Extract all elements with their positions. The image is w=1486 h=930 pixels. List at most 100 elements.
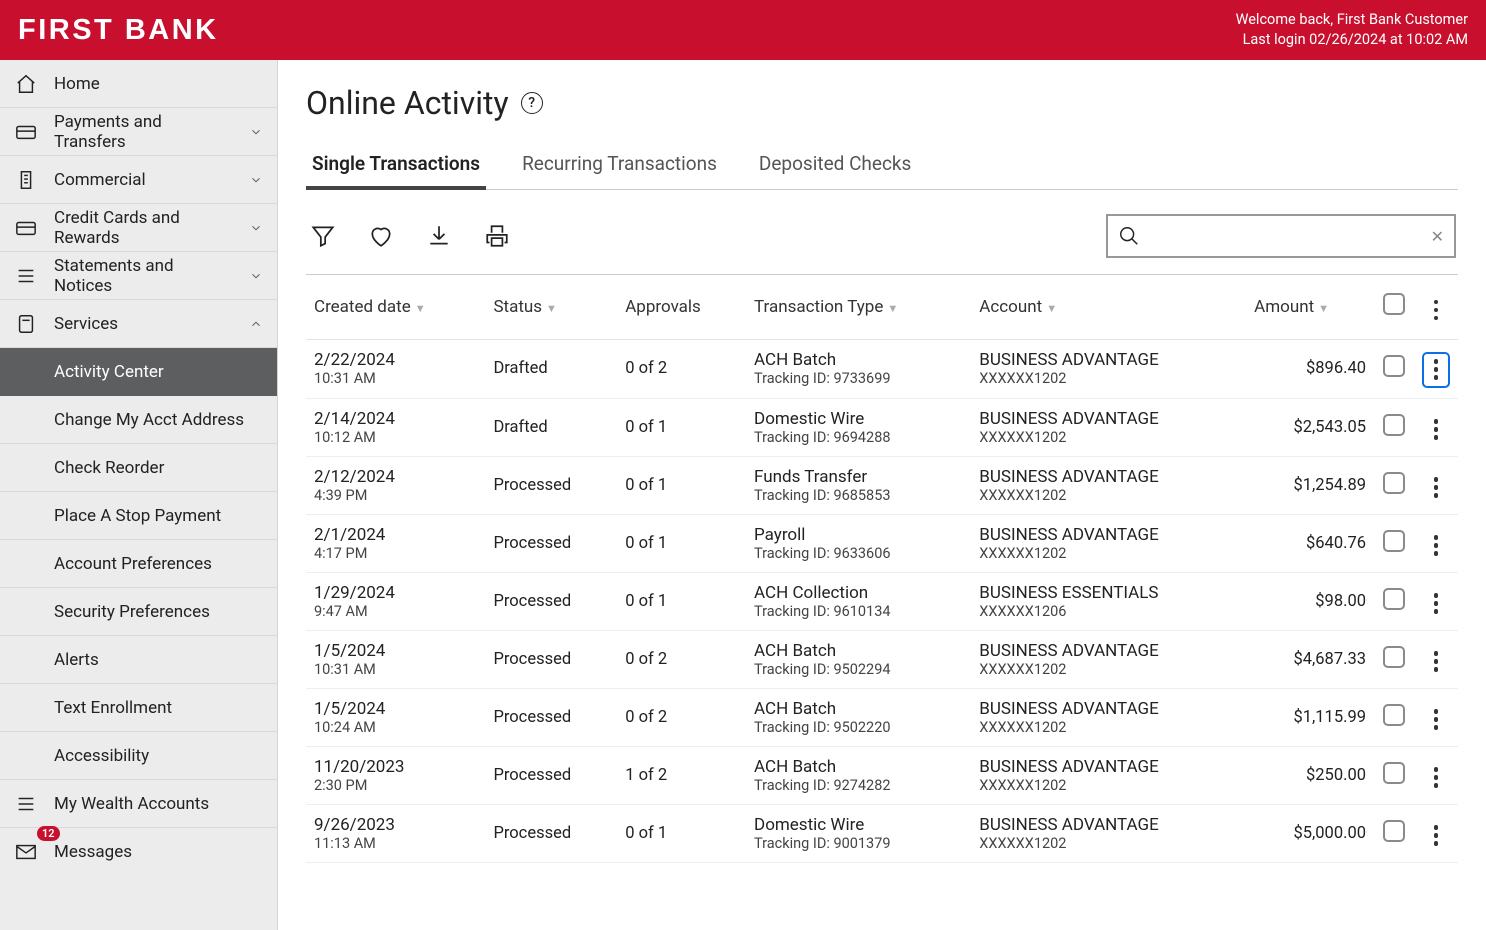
row-approvals: 0 of 2	[617, 688, 746, 746]
table-row[interactable]: 2/1/20244:17 PMProcessed0 of 1PayrollTra…	[306, 514, 1458, 572]
sidebar-item-security-preferences[interactable]: Security Preferences	[0, 588, 277, 636]
print-icon[interactable]	[482, 221, 512, 251]
table-row[interactable]: 2/12/20244:39 PMProcessed0 of 1Funds Tra…	[306, 456, 1458, 514]
search-input[interactable]	[1146, 228, 1425, 245]
sidebar-item-services[interactable]: Services	[0, 300, 277, 348]
row-transaction-type: Domestic Wire	[754, 815, 963, 835]
table-row[interactable]: 2/22/202410:31 AMDrafted0 of 2ACH BatchT…	[306, 339, 1458, 398]
row-status: Processed	[485, 688, 617, 746]
tab-recurring-transactions[interactable]: Recurring Transactions	[516, 142, 723, 189]
sidebar-item-stop-payment[interactable]: Place A Stop Payment	[0, 492, 277, 540]
row-actions-menu[interactable]	[1424, 588, 1448, 618]
row-checkbox[interactable]	[1383, 704, 1405, 726]
clear-search-icon[interactable]: ✕	[1431, 227, 1444, 246]
table-row[interactable]: 1/5/202410:24 AMProcessed0 of 2ACH Batch…	[306, 688, 1458, 746]
row-checkbox[interactable]	[1383, 646, 1405, 668]
sidebar-item-activity-center[interactable]: Activity Center	[0, 348, 277, 396]
sidebar-item-alerts[interactable]: Alerts	[0, 636, 277, 684]
row-tracking-id: Tracking ID: 9610134	[754, 603, 963, 620]
row-checkbox[interactable]	[1383, 588, 1405, 610]
tab-single-transactions[interactable]: Single Transactions	[306, 142, 486, 190]
table-row[interactable]: 2/14/202410:12 AMDrafted0 of 1Domestic W…	[306, 398, 1458, 456]
row-actions-menu[interactable]	[1424, 414, 1448, 444]
row-checkbox[interactable]	[1383, 355, 1405, 377]
row-approvals: 0 of 2	[617, 339, 746, 398]
row-approvals: 0 of 1	[617, 514, 746, 572]
row-approvals: 0 of 1	[617, 456, 746, 514]
row-account-name: BUSINESS ADVANTAGE	[979, 409, 1238, 429]
download-icon[interactable]	[424, 221, 454, 251]
sidebar-item-statements[interactable]: Statements and Notices	[0, 252, 277, 300]
row-actions-menu[interactable]	[1422, 352, 1450, 388]
help-icon[interactable]: ?	[521, 92, 543, 114]
lines-icon	[14, 793, 38, 815]
row-checkbox[interactable]	[1383, 762, 1405, 784]
row-account-mask: XXXXXX1206	[979, 603, 1238, 620]
filter-icon[interactable]	[308, 221, 338, 251]
sidebar-item-label: Activity Center	[54, 362, 164, 382]
row-actions-menu[interactable]	[1424, 472, 1448, 502]
sidebar-item-wealth[interactable]: My Wealth Accounts	[0, 780, 277, 828]
search-box[interactable]: ✕	[1106, 214, 1456, 258]
sidebar-item-credit[interactable]: Credit Cards and Rewards	[0, 204, 277, 252]
row-tracking-id: Tracking ID: 9274282	[754, 777, 963, 794]
col-created-date[interactable]: Created date▼	[306, 275, 485, 339]
sidebar-item-change-address[interactable]: Change My Acct Address	[0, 396, 277, 444]
row-checkbox[interactable]	[1383, 472, 1405, 494]
chevron-down-icon	[249, 125, 263, 139]
row-status: Processed	[485, 804, 617, 862]
building-icon	[14, 169, 38, 191]
col-approvals: Approvals	[617, 275, 746, 339]
sidebar-item-messages[interactable]: 12 Messages	[0, 828, 277, 876]
row-checkbox[interactable]	[1383, 530, 1405, 552]
row-checkbox[interactable]	[1383, 414, 1405, 436]
sidebar-item-check-reorder[interactable]: Check Reorder	[0, 444, 277, 492]
sidebar-item-accessibility[interactable]: Accessibility	[0, 732, 277, 780]
row-account-mask: XXXXXX1202	[979, 661, 1238, 678]
global-header: FIRST BANK Welcome back, First Bank Cust…	[0, 0, 1486, 60]
table-row[interactable]: 1/29/20249:47 AMProcessed0 of 1ACH Colle…	[306, 572, 1458, 630]
sidebar-item-commercial[interactable]: Commercial	[0, 156, 277, 204]
select-all-checkbox[interactable]	[1383, 293, 1405, 315]
table-row[interactable]: 11/20/20232:30 PMProcessed1 of 2ACH Batc…	[306, 746, 1458, 804]
page-title: Online Activity	[306, 84, 509, 122]
sort-arrow-icon: ▼	[1046, 302, 1057, 315]
row-actions-menu[interactable]	[1424, 530, 1448, 560]
col-amount[interactable]: Amount▼	[1246, 275, 1374, 339]
row-date: 2/1/2024	[314, 525, 477, 545]
table-header-row: Created date▼ Status▼ Approvals Transact…	[306, 275, 1458, 339]
tab-deposited-checks[interactable]: Deposited Checks	[753, 142, 917, 189]
row-time: 10:12 AM	[314, 429, 477, 446]
sidebar-item-account-preferences[interactable]: Account Preferences	[0, 540, 277, 588]
row-date: 1/5/2024	[314, 699, 477, 719]
favorite-icon[interactable]	[366, 221, 396, 251]
sidebar-item-home[interactable]: Home	[0, 60, 277, 108]
sidebar: Home Payments and Transfers Commercial C…	[0, 60, 278, 930]
row-actions-menu[interactable]	[1424, 762, 1448, 792]
sidebar-item-text-enrollment[interactable]: Text Enrollment	[0, 684, 277, 732]
row-actions-menu[interactable]	[1424, 646, 1448, 676]
table-row[interactable]: 9/26/202311:13 AMProcessed0 of 1Domestic…	[306, 804, 1458, 862]
row-time: 2:30 PM	[314, 777, 477, 794]
table-row[interactable]: 1/5/202410:31 AMProcessed0 of 2ACH Batch…	[306, 630, 1458, 688]
row-account-name: BUSINESS ADVANTAGE	[979, 467, 1238, 487]
row-account-mask: XXXXXX1202	[979, 487, 1238, 504]
row-amount: $4,687.33	[1246, 630, 1374, 688]
row-approvals: 0 of 1	[617, 398, 746, 456]
row-transaction-type: ACH Batch	[754, 350, 963, 370]
row-date: 9/26/2023	[314, 815, 477, 835]
row-actions-menu[interactable]	[1424, 704, 1448, 734]
header-actions-menu[interactable]	[1424, 295, 1448, 325]
row-actions-menu[interactable]	[1424, 820, 1448, 850]
row-status: Processed	[485, 514, 617, 572]
sidebar-item-payments[interactable]: Payments and Transfers	[0, 108, 277, 156]
sidebar-item-label: Credit Cards and Rewards	[54, 208, 233, 248]
col-status[interactable]: Status▼	[485, 275, 617, 339]
sidebar-item-label: My Wealth Accounts	[54, 794, 209, 814]
row-checkbox[interactable]	[1383, 820, 1405, 842]
sidebar-item-label: Text Enrollment	[54, 698, 172, 718]
col-transaction-type[interactable]: Transaction Type▼	[746, 275, 971, 339]
row-transaction-type: ACH Batch	[754, 757, 963, 777]
col-account[interactable]: Account▼	[971, 275, 1246, 339]
row-approvals: 1 of 2	[617, 746, 746, 804]
